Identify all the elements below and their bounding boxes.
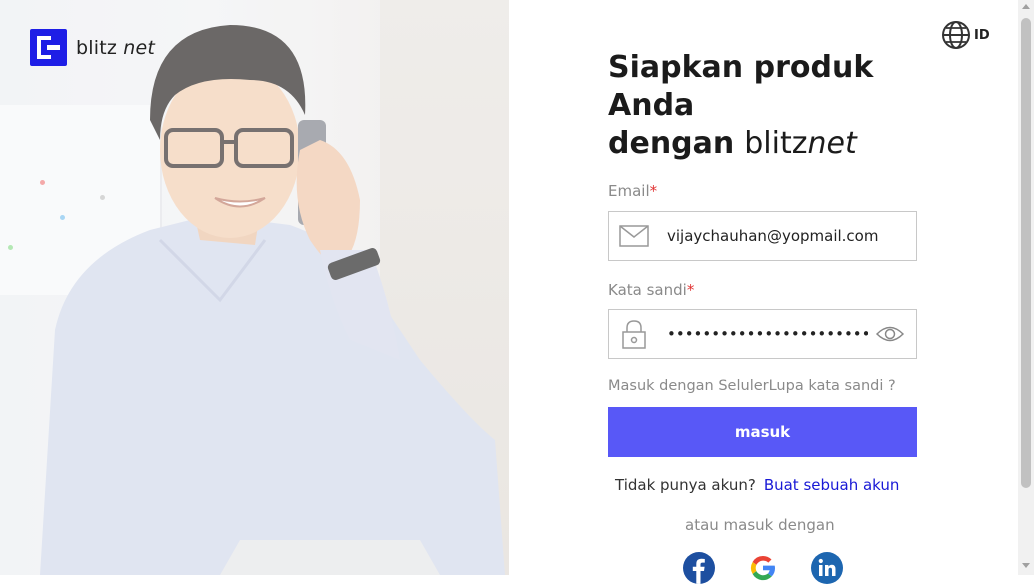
alt-login-text: atau masuk dengan (685, 516, 835, 534)
google-icon (750, 555, 775, 581)
globe-icon (942, 21, 970, 49)
heading-line-3: dengan blitznet (608, 126, 857, 161)
language-switcher[interactable]: ID (941, 20, 990, 50)
signup-prompt: Tidak punya akun? Buat sebuah akun (615, 476, 899, 494)
facebook-login-button[interactable] (683, 552, 715, 584)
envelope-icon (613, 225, 655, 247)
show-password-eye-icon[interactable] (870, 325, 910, 343)
password-label: Kata sandi* (608, 281, 695, 299)
email-input[interactable] (665, 220, 916, 252)
lock-icon (613, 319, 655, 349)
heading-line-2: Anda (608, 88, 695, 123)
login-button[interactable]: masuk (608, 407, 917, 457)
email-field-wrapper (608, 211, 917, 261)
brand-logo[interactable]: blitz net (30, 29, 155, 66)
linkedin-login-button[interactable] (811, 552, 843, 584)
email-label: Email* (608, 182, 658, 200)
scroll-up-arrow-icon[interactable] (1022, 4, 1030, 9)
mobile-login-link[interactable]: Masuk dengan Seluler (608, 378, 769, 394)
page-heading: Siapkan produk Anda dengan blitznet (608, 49, 928, 163)
scroll-down-arrow-icon[interactable] (1022, 563, 1030, 568)
brand-logo-text: blitz net (76, 36, 156, 59)
hero-photo: blitz net (0, 0, 509, 575)
facebook-icon (692, 558, 705, 584)
no-account-text: Tidak punya akun? (615, 476, 756, 494)
auth-links-row: Masuk dengan SelulerLupa kata sandi ? (608, 378, 920, 394)
language-code: ID (974, 27, 990, 43)
heading-brand: blitznet (744, 126, 857, 161)
page-scrollbar[interactable] (1018, 0, 1034, 575)
create-account-link[interactable]: Buat sebuah akun (764, 476, 900, 494)
linkedin-icon (818, 558, 836, 576)
person-illustration (0, 0, 509, 575)
forgot-password-link[interactable]: Lupa kata sandi ? (769, 378, 896, 394)
heading-line-1: Siapkan produk (608, 50, 874, 85)
password-input[interactable] (665, 318, 870, 350)
password-field-wrapper (608, 309, 917, 359)
blitznet-logo-icon (30, 29, 67, 66)
scrollbar-thumb[interactable] (1021, 18, 1031, 488)
google-login-button[interactable] (747, 552, 779, 584)
